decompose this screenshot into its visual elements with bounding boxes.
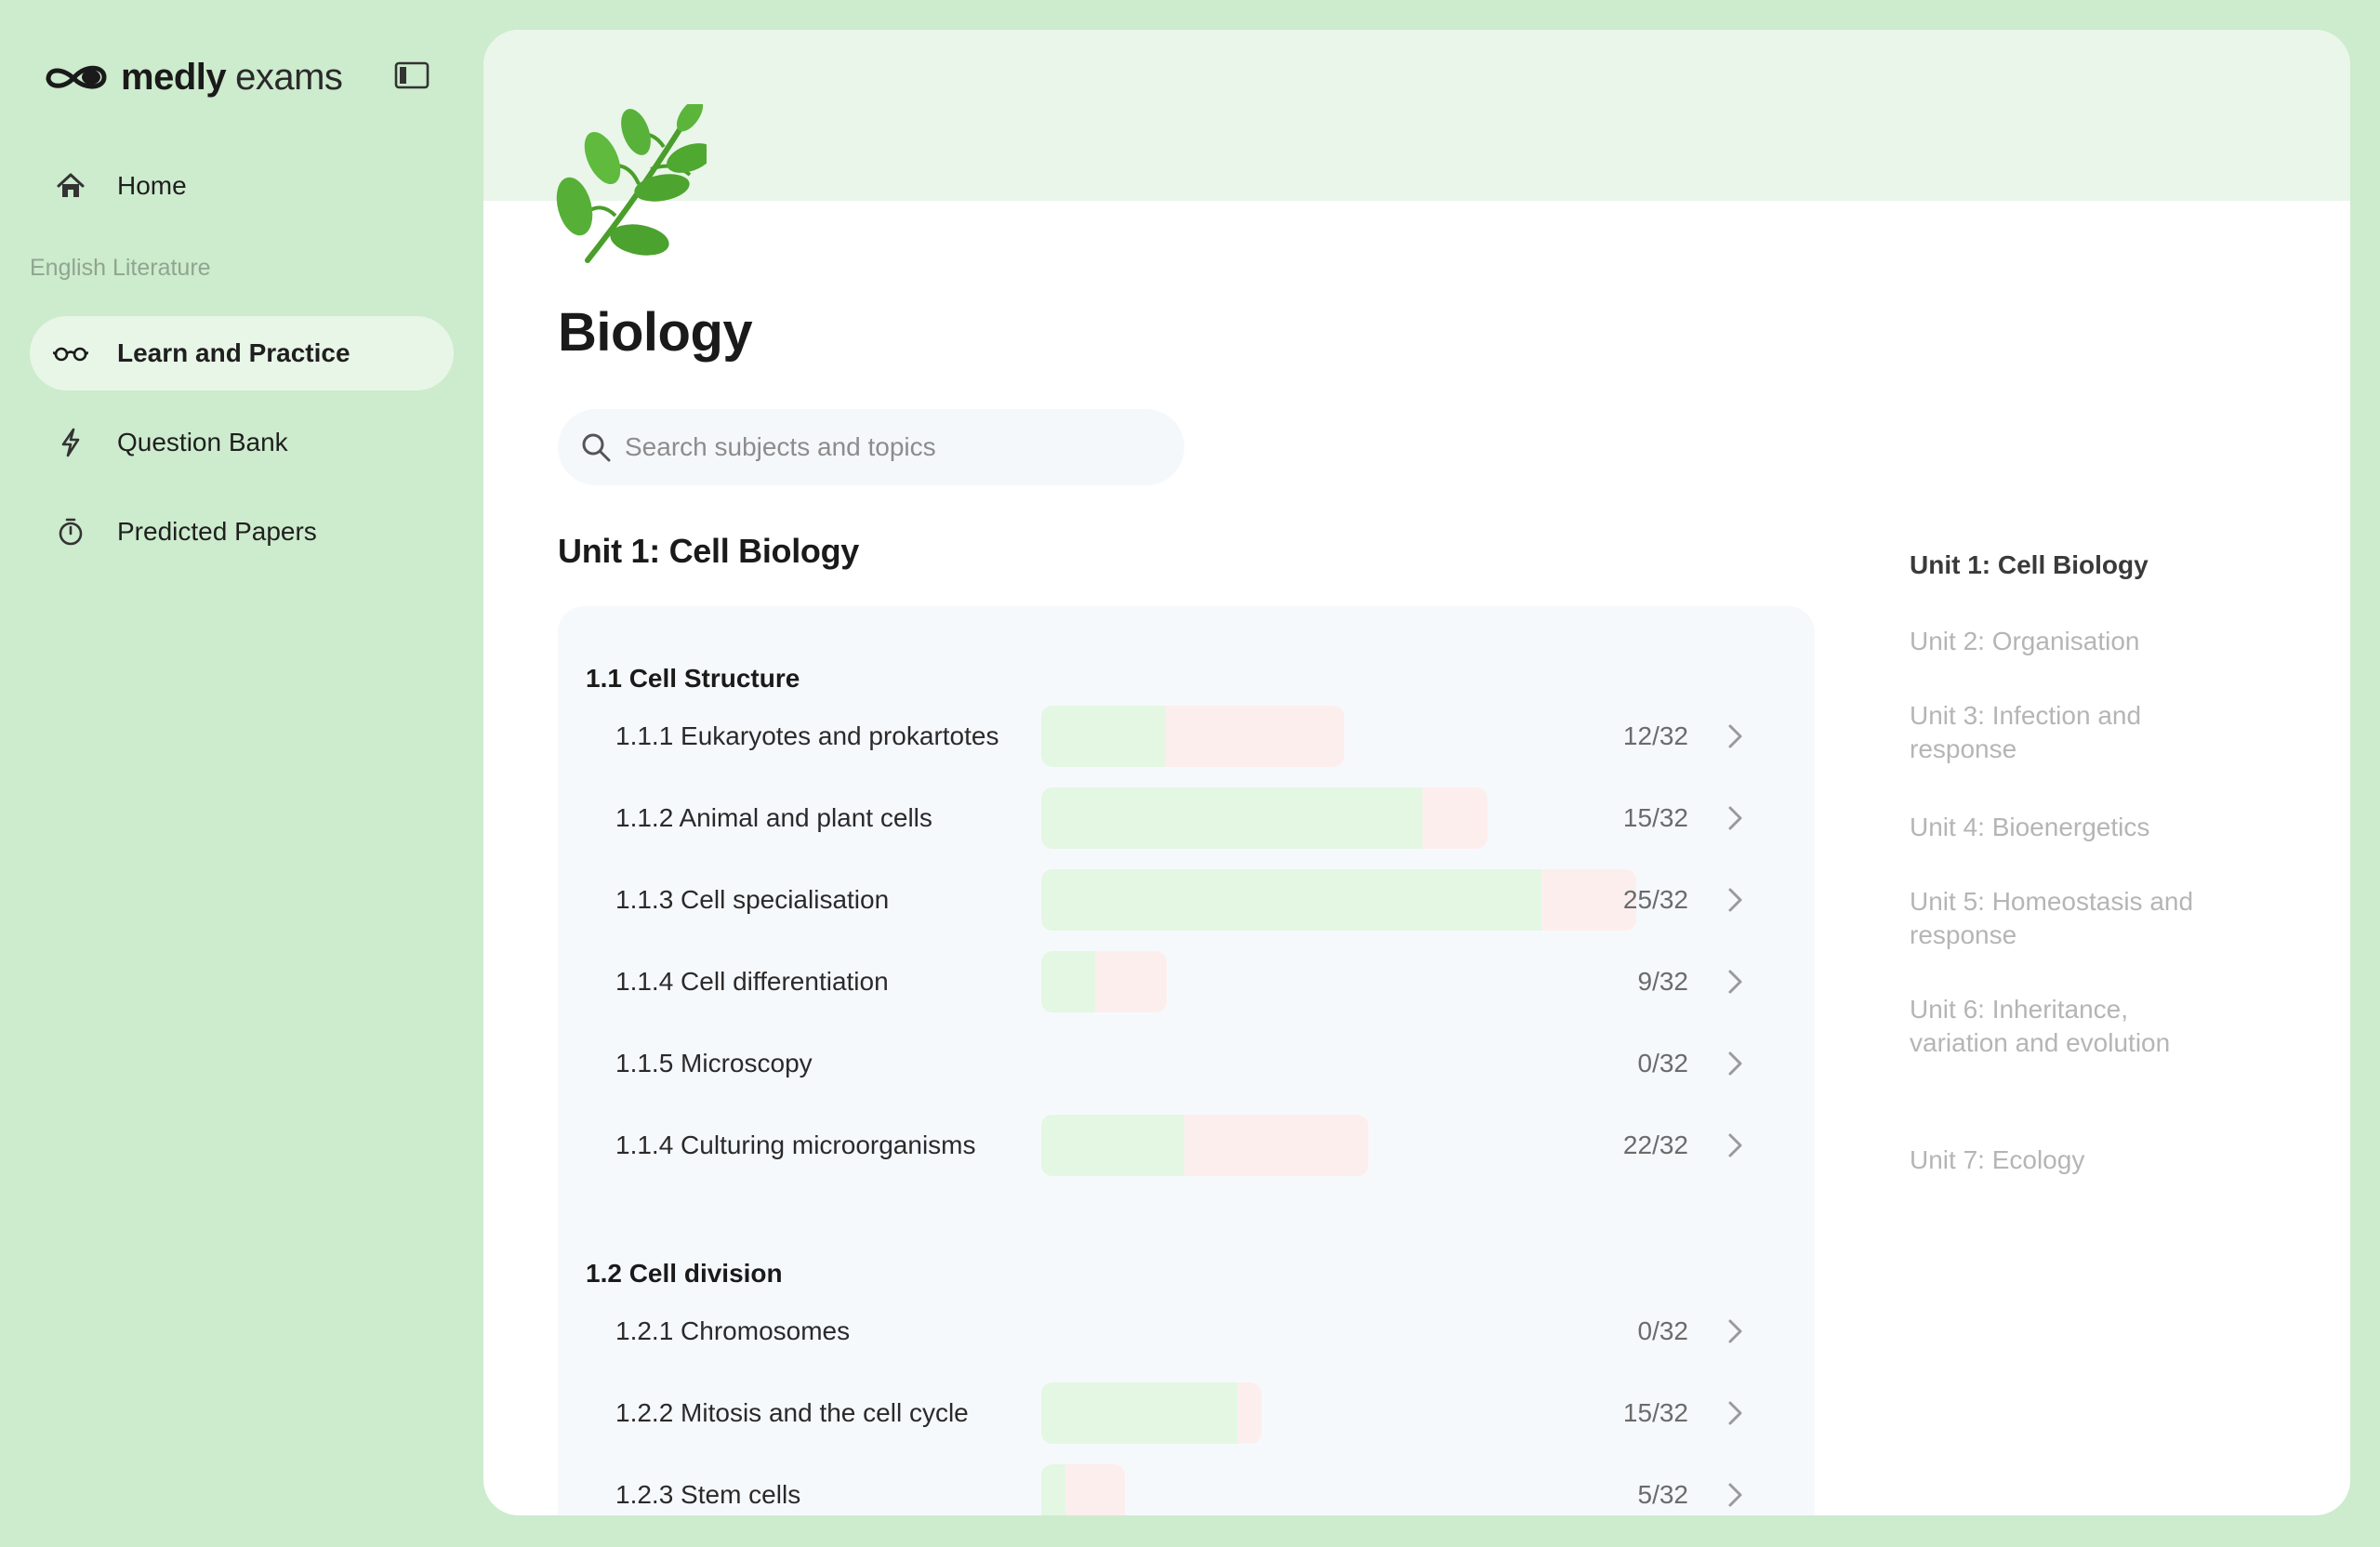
toc-unit-6[interactable]: Unit 6: Inheritance, variation and evolu… (1910, 993, 2226, 1060)
topic-row[interactable]: 1.1.4 Culturing microorganisms 22/32 (558, 1104, 1815, 1186)
progress-bar (1041, 1464, 1125, 1515)
home-icon (52, 167, 89, 205)
toc-unit-1[interactable]: Unit 1: Cell Biology (1910, 549, 2226, 582)
topic-label: 1.1.1 Eukaryotes and prokartotes (615, 721, 999, 750)
section-title: 1.1 Cell Structure (586, 664, 800, 693)
nav-predicted-papers[interactable]: Predicted Papers (30, 495, 454, 569)
topic-label: 1.2.3 Stem cells (615, 1480, 801, 1509)
chevron-right-icon (1728, 724, 1742, 748)
progress-bar (1041, 787, 1488, 849)
leaf-icon (556, 104, 707, 263)
topic-row[interactable]: 1.1.1 Eukaryotes and prokartotes 12/32 (558, 695, 1815, 777)
subject-banner (483, 30, 2350, 201)
progress-bar (1041, 706, 1344, 767)
search-input[interactable] (625, 432, 1145, 462)
unit-heading: Unit 1: Cell Biology (558, 532, 860, 570)
nav-question-bank[interactable]: Question Bank (30, 405, 454, 480)
chevron-right-icon (1728, 806, 1742, 830)
bar-incorrect (1095, 951, 1167, 1012)
topic-score: 0/32 (1637, 1316, 1689, 1345)
nav-home[interactable]: Home (30, 149, 454, 223)
topic-label: 1.1.3 Cell specialisation (615, 885, 890, 914)
bar-correct (1041, 951, 1095, 1012)
topic-label: 1.1.2 Animal and plant cells (615, 803, 932, 832)
brand[interactable]: medly exams (43, 50, 343, 104)
topic-score: 9/32 (1637, 967, 1689, 996)
toc-unit-7[interactable]: Unit 7: Ecology (1910, 1144, 2226, 1177)
topic-label: 1.2.2 Mitosis and the cell cycle (615, 1398, 969, 1427)
bar-incorrect (1166, 706, 1344, 767)
topic-row[interactable]: 1.2.1 Chromosomes 0/32 (558, 1290, 1815, 1372)
chevron-right-icon (1728, 1401, 1742, 1425)
topic-label: 1.1.4 Culturing microorganisms (615, 1130, 976, 1159)
bar-incorrect (1237, 1382, 1262, 1444)
bar-correct (1041, 1115, 1184, 1176)
main-content: Biology Unit 1: Cell Biology 1.1 Cell St… (483, 30, 2350, 1515)
chevron-right-icon (1728, 1051, 1742, 1076)
bar-incorrect (1184, 1115, 1368, 1176)
topic-score: 5/32 (1637, 1480, 1689, 1509)
brand-name: medly (121, 56, 227, 98)
bar-incorrect (1541, 869, 1636, 931)
sidebar: medly exams Home English Literature Lear… (0, 0, 482, 1547)
bar-correct (1041, 1382, 1237, 1444)
toc-unit-3[interactable]: Unit 3: Infection and response (1910, 699, 2226, 766)
topic-label: 1.1.4 Cell differentiation (615, 967, 889, 996)
nav-section-label: English Literature (30, 255, 211, 281)
chevron-right-icon (1728, 1133, 1742, 1157)
bar-incorrect (1422, 787, 1488, 849)
brand-sub: exams (235, 56, 343, 98)
bar-correct (1041, 706, 1166, 767)
subject-title: Biology (558, 302, 753, 363)
topic-row[interactable]: 1.1.4 Cell differentiation 9/32 (558, 941, 1815, 1023)
bar-correct (1041, 869, 1541, 931)
topic-row[interactable]: 1.1.2 Animal and plant cells 15/32 (558, 777, 1815, 859)
topic-row[interactable]: 1.2.3 Stem cells 5/32 (558, 1454, 1815, 1515)
topic-row[interactable]: 1.1.5 Microscopy 0/32 (558, 1023, 1815, 1104)
medly-logo-icon (46, 65, 107, 89)
topic-score: 22/32 (1622, 1130, 1688, 1159)
topic-score: 15/32 (1622, 1398, 1688, 1427)
chevron-right-icon (1728, 1319, 1742, 1343)
progress-bar (1041, 869, 1636, 931)
toc-unit-5[interactable]: Unit 5: Homeostasis and response (1910, 885, 2226, 952)
glasses-icon (52, 335, 89, 372)
nav-item-label: Question Bank (117, 428, 288, 456)
progress-bar (1041, 1382, 1262, 1444)
search-bar[interactable] (558, 409, 1184, 485)
nav-home-label: Home (117, 171, 187, 200)
chevron-right-icon (1728, 970, 1742, 994)
progress-bar (1041, 951, 1167, 1012)
topic-row[interactable]: 1.2.2 Mitosis and the cell cycle 15/32 (558, 1372, 1815, 1454)
nav-item-label: Predicted Papers (117, 517, 317, 546)
toc-unit-2[interactable]: Unit 2: Organisation (1910, 625, 2226, 658)
topic-score: 15/32 (1622, 803, 1688, 832)
topic-label: 1.2.1 Chromosomes (615, 1316, 851, 1345)
topic-score: 12/32 (1622, 721, 1688, 750)
sidebar-toggle-icon[interactable] (394, 61, 430, 89)
bar-correct (1041, 1464, 1065, 1515)
bar-incorrect (1065, 1464, 1125, 1515)
topic-row[interactable]: 1.1.3 Cell specialisation 25/32 (558, 859, 1815, 941)
search-icon (582, 433, 611, 462)
stopwatch-icon (52, 513, 89, 550)
toc-unit-4[interactable]: Unit 4: Bioenergetics (1910, 811, 2226, 844)
lightning-icon (52, 424, 89, 461)
topic-label: 1.1.5 Microscopy (615, 1049, 813, 1078)
bar-correct (1041, 787, 1422, 849)
chevron-right-icon (1728, 1483, 1742, 1507)
section-title: 1.2 Cell division (586, 1259, 783, 1288)
topics-panel: 1.1 Cell Structure 1.1.1 Eukaryotes and … (558, 606, 1815, 1515)
chevron-right-icon (1728, 888, 1742, 912)
nav-learn-and-practice[interactable]: Learn and Practice (30, 316, 454, 390)
topic-score: 25/32 (1622, 885, 1688, 914)
topic-score: 0/32 (1637, 1049, 1689, 1078)
nav-item-label: Learn and Practice (117, 338, 350, 367)
progress-bar (1041, 1115, 1368, 1176)
